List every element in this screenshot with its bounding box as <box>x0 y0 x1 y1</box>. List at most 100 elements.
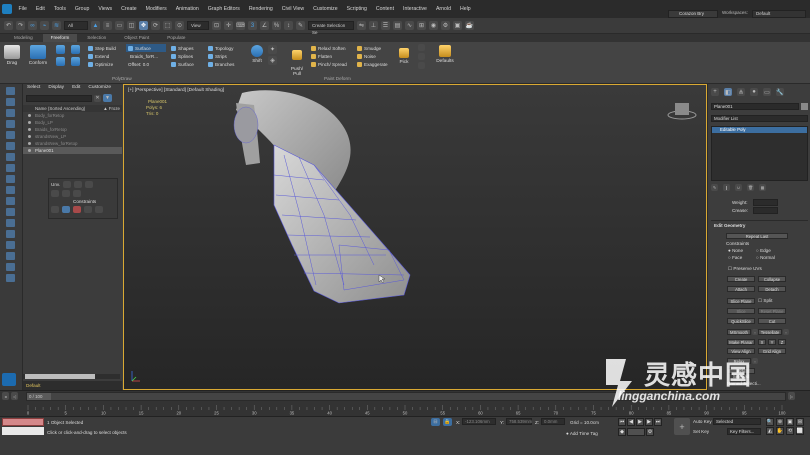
menu-item[interactable]: Arnold <box>431 0 455 18</box>
rendered-frame-window-icon[interactable]: ▣ <box>453 21 462 30</box>
explorer-menu-item[interactable]: Customize <box>84 84 115 92</box>
repeat-last-button[interactable]: Repeat Last <box>726 233 788 239</box>
selection-filter-dropdown[interactable]: All <box>64 21 88 30</box>
constraint-icon-1[interactable] <box>62 206 70 213</box>
menu-item[interactable]: Tools <box>49 0 70 18</box>
explorer-clear-search-icon[interactable]: ✕ <box>94 94 101 102</box>
perspective-viewport[interactable]: [+] [Perspective] [Standard] [Default Sh… <box>123 84 707 390</box>
pick-option-2-icon[interactable] <box>418 53 425 60</box>
orbit-icon[interactable]: ⟲ <box>786 427 794 435</box>
polydraw-group-label[interactable]: PolyDraw <box>112 76 132 81</box>
menu-item[interactable]: Edit <box>31 0 49 18</box>
set-key-button[interactable]: Set Key <box>693 429 709 434</box>
visibility-icon[interactable] <box>28 135 31 138</box>
reference-coordinate-dropdown[interactable]: View <box>187 21 209 30</box>
rectangle-selection-icon[interactable]: ▭ <box>115 21 124 30</box>
quickslice-button[interactable]: QuickSlice <box>727 318 755 324</box>
explorer-select-icon[interactable] <box>6 87 15 95</box>
step-build-button[interactable]: Step Build <box>88 44 126 52</box>
unwrap-icon-3[interactable] <box>85 181 94 188</box>
flatten-button[interactable]: Flatten <box>311 52 355 60</box>
edit-geometry-rollout-title[interactable]: Edit Geometry <box>714 223 745 228</box>
explorer-row[interactable]: Body_forRetop <box>23 112 122 119</box>
paint-brush-icon[interactable]: ✦ <box>268 45 277 54</box>
shapes-button[interactable]: Shapes <box>171 44 205 52</box>
select-scale-icon[interactable]: ⬚ <box>163 21 172 30</box>
redo-icon[interactable]: ↷ <box>16 21 25 30</box>
paint-deform-group-label[interactable]: Paint Deform <box>324 76 351 81</box>
visibility-icon[interactable] <box>28 142 31 145</box>
keyboard-shortcut-icon[interactable]: ⌨ <box>236 21 245 30</box>
explorer-filter-groups-icon[interactable] <box>6 164 15 172</box>
crease-spinner[interactable] <box>753 207 778 214</box>
strips-button[interactable]: Strips <box>208 52 244 60</box>
explorer-row[interactable]: strandsNew_forRetop <box>23 140 122 147</box>
ribbon-tab[interactable]: Freeform <box>42 34 78 42</box>
next-frame-icon[interactable]: ▶ <box>645 418 653 426</box>
set-keys-icon[interactable]: + <box>674 418 690 435</box>
draw-on-surface-dropdown[interactable]: Surface <box>126 44 166 52</box>
pick-option-1-icon[interactable] <box>418 44 425 51</box>
angle-snap-icon[interactable]: ∠ <box>260 21 269 30</box>
constraint-edge-radio[interactable]: ○ Edge <box>756 248 771 253</box>
prev-frame-icon[interactable]: ◀ <box>627 418 635 426</box>
z-coord-field[interactable]: 0.0mm <box>541 418 565 425</box>
braid-knot[interactable] <box>233 106 259 144</box>
workspaces-dropdown[interactable]: Default <box>752 10 806 18</box>
object-name-field[interactable]: Plane001 <box>711 103 799 110</box>
detach-button[interactable]: Detach <box>758 286 786 292</box>
freeform-mesh-alt-icon[interactable] <box>71 57 80 66</box>
pick-option-3-icon[interactable] <box>418 62 425 69</box>
pinch-spread-button[interactable]: Pinch/ Spread <box>311 60 355 68</box>
current-frame-field[interactable] <box>627 428 645 436</box>
explorer-row[interactable]: strandsNew_LP <box>23 133 122 140</box>
snaps-toggle-icon[interactable]: 3 <box>248 21 257 30</box>
extend-button[interactable]: Extend <box>88 52 126 60</box>
edit-named-selection-icon[interactable]: ✎ <box>296 21 305 30</box>
visibility-icon[interactable] <box>28 121 31 124</box>
unlink-icon[interactable]: ⌁ <box>40 21 49 30</box>
make-unique-icon[interactable]: ∪ <box>735 184 742 191</box>
unwrap-icon-6[interactable] <box>73 190 81 197</box>
y-coord-field[interactable]: 758.539mm <box>506 418 532 425</box>
timeline-prev-icon[interactable]: ◁ <box>11 392 18 400</box>
goto-end-icon[interactable]: ⏭ <box>654 418 662 426</box>
make-planar-x-button[interactable]: X <box>758 339 766 345</box>
time-config-icon[interactable]: ⚙ <box>646 428 654 436</box>
explorer-filter-spacewarps-icon[interactable] <box>6 153 15 161</box>
weight-spinner[interactable] <box>753 199 778 206</box>
explorer-menu-item[interactable]: Display <box>44 84 68 92</box>
shift-button[interactable]: Shift <box>248 45 266 64</box>
constraint-normal-radio[interactable]: ○ Normal <box>756 255 775 260</box>
menu-item[interactable]: Customize <box>309 0 343 18</box>
explorer-lock-icon[interactable] <box>6 252 15 260</box>
explorer-filter-helpers-icon[interactable] <box>6 142 15 150</box>
explorer-filter-lights-icon[interactable] <box>6 120 15 128</box>
explorer-filter-xrefs-icon[interactable] <box>6 175 15 183</box>
freeform-brush-icon[interactable] <box>56 45 65 54</box>
explorer-hierarchy-icon[interactable] <box>6 230 15 238</box>
create-selection-set-dropdown[interactable]: Create Selection Se <box>308 21 354 35</box>
smudge-button[interactable]: Smudge <box>357 44 393 52</box>
select-manipulate-icon[interactable]: ✛ <box>224 21 233 30</box>
explorer-frozen-column[interactable]: ▲ Froze <box>103 105 120 112</box>
select-rotate-icon[interactable]: ⟳ <box>151 21 160 30</box>
conform-button[interactable]: Conform <box>25 45 51 66</box>
unwrap-icon-1[interactable] <box>63 181 72 188</box>
tessellate-settings-icon[interactable]: ▫ <box>783 329 789 335</box>
constraint-face-radio[interactable]: ○ Face <box>728 255 742 260</box>
reset-plane-button[interactable]: Reset Plane <box>758 308 786 314</box>
cut-button[interactable]: Cut <box>758 318 786 324</box>
make-planar-y-button[interactable]: Y <box>768 339 776 345</box>
menu-item[interactable]: Civil View <box>277 0 308 18</box>
offset-spinner[interactable]: Offset: 0.0 <box>126 60 166 68</box>
explorer-scrollbar[interactable] <box>23 374 120 379</box>
key-filters-button[interactable]: Key Filters... <box>727 428 761 435</box>
explorer-menu-item[interactable]: Select <box>23 84 44 92</box>
percent-snap-icon[interactable]: % <box>272 21 281 30</box>
material-editor-icon[interactable]: ◉ <box>429 21 438 30</box>
pick-button[interactable]: Pick <box>395 48 413 65</box>
visibility-icon[interactable] <box>28 114 31 117</box>
menu-item[interactable]: Scripting <box>342 0 371 18</box>
constraint-icon-4[interactable] <box>95 206 103 213</box>
